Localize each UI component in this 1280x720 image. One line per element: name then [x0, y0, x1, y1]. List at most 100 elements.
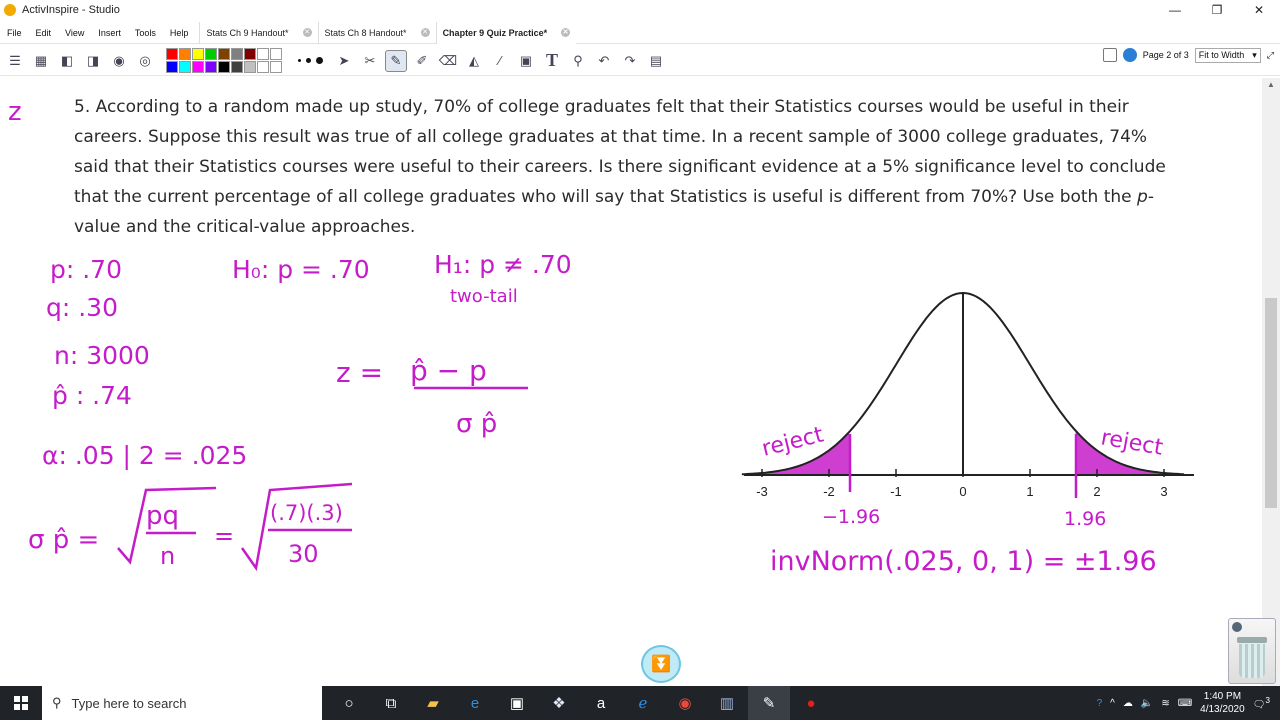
axis-tick-label: -1 [890, 484, 902, 499]
cortana-icon[interactable]: ○ [328, 686, 370, 720]
pen-width-small-icon[interactable] [298, 59, 301, 62]
flipchart-canvas[interactable]: 5. According to a random made up study, … [0, 78, 1262, 686]
axis-tick-label: 2 [1093, 484, 1100, 499]
z-formula-denominator: σ p̂ [456, 409, 497, 439]
browser-icon[interactable]: ▦ [30, 50, 52, 72]
color-swatch[interactable] [218, 61, 230, 73]
eraser-icon[interactable]: ⌫ [437, 50, 459, 72]
tab-stats-ch9-handout[interactable]: Stats Ch 9 Handout* ✕ [199, 21, 317, 44]
color-swatch[interactable] [257, 48, 269, 60]
pen-icon[interactable]: ✎ [385, 49, 407, 72]
color-swatch[interactable] [205, 48, 217, 60]
minimize-button[interactable]: — [1154, 0, 1196, 20]
tab-chapter9-quiz-practice[interactable]: Chapter 9 Quiz Practice* ✕ [435, 21, 577, 44]
color-swatch[interactable] [166, 48, 178, 60]
trash-can[interactable] [1228, 618, 1276, 684]
reject-right-label: reject [1099, 425, 1165, 461]
pen-width-medium-icon[interactable] [306, 58, 311, 63]
color-swatch[interactable] [179, 48, 191, 60]
menu-bar: File Edit View Insert Tools Help Stats C… [0, 21, 1280, 63]
collapse-toolbox-button[interactable]: ⏬ [641, 645, 681, 683]
menu-edit[interactable]: Edit [29, 22, 59, 44]
tab-close-icon[interactable]: ✕ [561, 28, 571, 37]
record-icon[interactable]: ◉ [108, 50, 130, 72]
clock[interactable]: 1:40 PM 4/13/2020 [1200, 690, 1245, 716]
normal-curve-diagram: -3 -2 -1 0 1 2 3 [741, 291, 1194, 499]
menu-tools[interactable]: Tools [128, 22, 163, 44]
color-swatch[interactable] [192, 61, 204, 73]
color-swatch[interactable] [218, 48, 230, 60]
keyboard-icon[interactable]: ⌨ [1178, 698, 1192, 709]
scroll-up-icon[interactable]: ▲ [1266, 80, 1276, 89]
color-swatch[interactable] [205, 61, 217, 73]
chevron-up-icon[interactable]: ^ [1110, 698, 1115, 709]
scrollbar-thumb[interactable] [1265, 298, 1277, 508]
amazon-icon[interactable]: a [580, 686, 622, 720]
notes-icon[interactable]: ▤ [645, 50, 667, 72]
pen-width-large-icon[interactable] [316, 57, 323, 64]
menu-help[interactable]: Help [163, 22, 196, 44]
edge-icon[interactable]: e [454, 686, 496, 720]
select-icon[interactable]: ➤ [333, 50, 355, 72]
color-swatch[interactable] [192, 48, 204, 60]
taskbar-search[interactable]: ⚲ Type here to search [42, 686, 322, 720]
tab-stats-ch8-handout[interactable]: Stats Ch 8 Handout* ✕ [317, 21, 436, 44]
task-view-icon[interactable]: ⧉ [370, 686, 412, 720]
library-icon[interactable]: ▥ [706, 686, 748, 720]
undo-icon[interactable]: ↶ [593, 50, 615, 72]
main-menu-icon[interactable]: ☰ [4, 50, 26, 72]
tab-label: Stats Ch 9 Handout* [206, 27, 289, 38]
highlighter-icon[interactable]: ✐ [411, 50, 433, 72]
color-swatch[interactable] [244, 48, 256, 60]
dropbox-icon[interactable]: ❖ [538, 686, 580, 720]
tab-close-icon[interactable]: ✕ [420, 28, 430, 37]
color-swatch[interactable] [270, 48, 282, 60]
close-button[interactable]: ✕ [1238, 0, 1280, 20]
product-numerator: (.7)(.3) [270, 501, 343, 525]
menu-insert[interactable]: Insert [91, 22, 128, 44]
previous-page-icon[interactable]: ◧ [56, 50, 78, 72]
menu-file[interactable]: File [0, 22, 29, 44]
activinspire-icon[interactable]: ✎ [748, 686, 790, 720]
color-swatch[interactable] [231, 48, 243, 60]
web-browser-icon[interactable]: ◎ [134, 50, 156, 72]
start-button[interactable] [0, 686, 42, 720]
redo-icon[interactable]: ↷ [619, 50, 641, 72]
color-swatch[interactable] [166, 61, 178, 73]
chrome-icon[interactable]: ◉ [664, 686, 706, 720]
color-swatch[interactable] [244, 61, 256, 73]
internet-explorer-icon[interactable]: ℯ [622, 686, 664, 720]
clock-date: 4/13/2020 [1200, 704, 1245, 715]
notification-icon[interactable]: 🗨3 [1253, 695, 1270, 710]
color-swatch[interactable] [270, 61, 282, 73]
fill-icon[interactable]: ◭ [463, 50, 485, 72]
q-value-label: q: .30 [46, 293, 118, 322]
cloud-icon[interactable]: ☁ [1123, 698, 1133, 709]
file-explorer-icon[interactable]: ▰ [412, 686, 454, 720]
store-icon[interactable]: ▣ [496, 686, 538, 720]
close-icon[interactable] [1232, 622, 1242, 632]
restore-button[interactable]: ❐ [1196, 0, 1238, 20]
color-swatch[interactable] [179, 61, 191, 73]
volume-icon[interactable]: 🔈 [1141, 698, 1153, 709]
color-swatch[interactable] [257, 61, 269, 73]
invnorm-label: invNorm(.025, 0, 1) = ±1.96 [770, 546, 1157, 577]
wifi-icon[interactable]: ≋ [1161, 698, 1169, 709]
next-page-icon[interactable]: ◨ [82, 50, 104, 72]
help-icon[interactable]: ? [1097, 698, 1103, 709]
shape-icon[interactable]: ▣ [515, 50, 537, 72]
tools-icon[interactable]: ✂ [359, 50, 381, 72]
tab-label: Chapter 9 Quiz Practice* [442, 27, 548, 38]
color-swatch[interactable] [231, 61, 243, 73]
text-icon[interactable]: T [541, 50, 563, 72]
tab-close-icon[interactable]: ✕ [302, 28, 312, 37]
pin-icon[interactable]: ⚲ [567, 50, 589, 72]
pen-width-selector[interactable] [298, 57, 323, 64]
vertical-scrollbar[interactable]: ▲ [1262, 78, 1280, 686]
magic-ink-icon[interactable]: ⁄ [489, 50, 511, 72]
title-bar: ActivInspire - Studio — ❐ ✕ [0, 0, 1280, 20]
record-app-icon[interactable]: ● [790, 686, 832, 720]
menu-view[interactable]: View [58, 22, 91, 44]
sigma-phat-lhs: σ p̂ = [28, 525, 99, 555]
z-formula-numerator: p̂ − p [410, 354, 487, 387]
